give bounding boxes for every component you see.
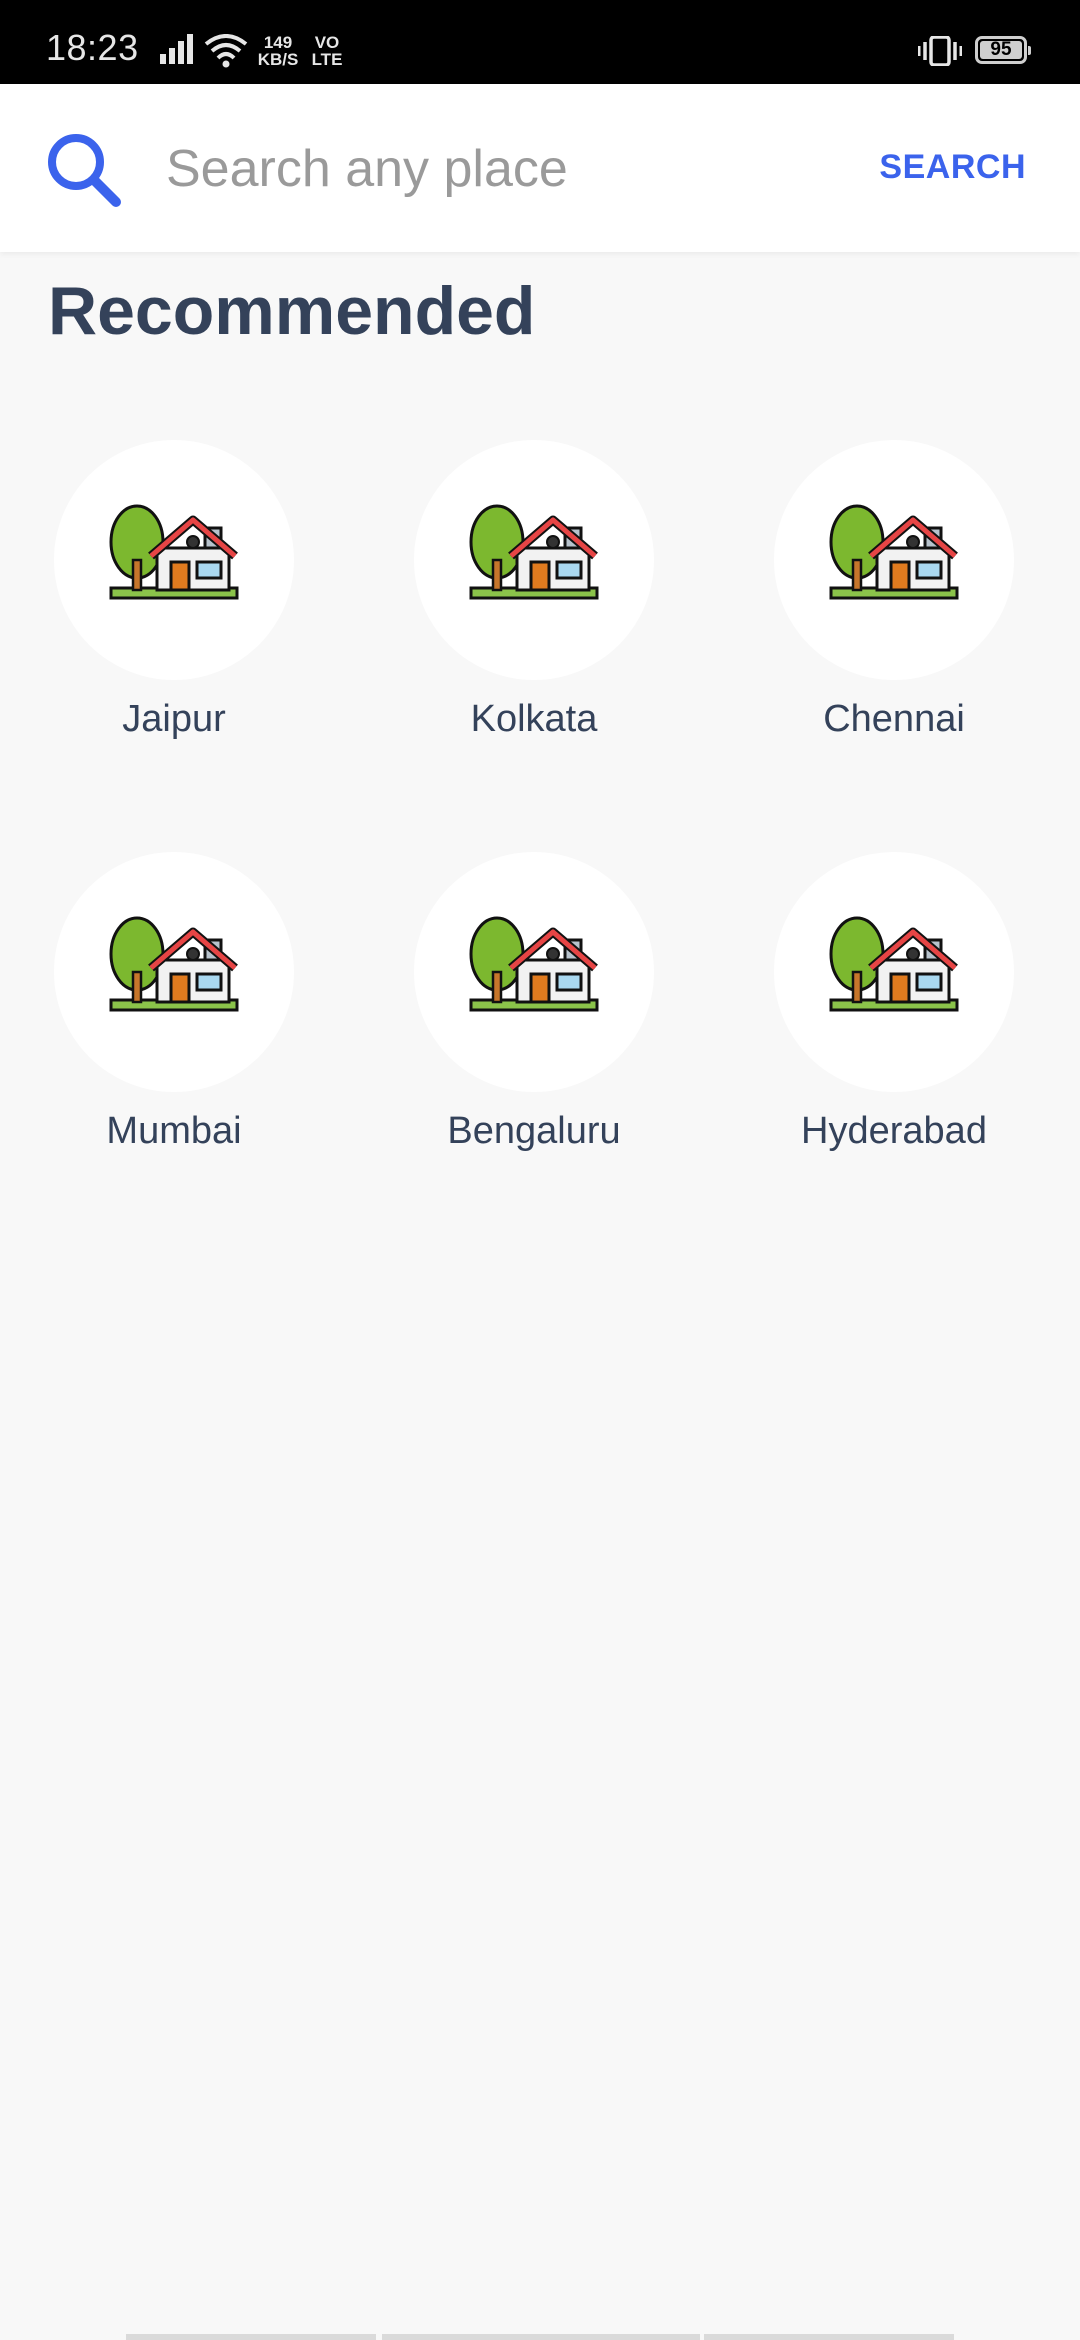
place-item-kolkata[interactable]: Kolkata [384,440,684,770]
house-icon [469,504,599,600]
house-icon [829,916,959,1012]
place-avatar [774,440,1014,680]
house-icon [469,916,599,1012]
network-speed: 149 KB/S [256,34,300,68]
section-title-recommended: Recommended [48,273,536,349]
place-label: Mumbai [106,1110,242,1152]
status-time: 18:23 [46,27,139,68]
battery-level: 95 [990,39,1012,60]
place-avatar [414,440,654,680]
place-label: Kolkata [470,698,598,740]
place-label: Jaipur [122,698,226,740]
place-item-jaipur[interactable]: Jaipur [24,440,324,770]
vibrate-icon [917,35,963,71]
house-icon [109,916,239,1012]
place-label: Hyderabad [801,1110,987,1152]
place-avatar [54,852,294,1092]
place-avatar [774,852,1014,1092]
search-input[interactable] [166,134,846,204]
volte-bottom: LTE [311,50,343,69]
place-label: Bengaluru [447,1110,621,1152]
network-speed-unit: KB/S [257,50,299,69]
volte-indicator: VO LTE [308,34,346,68]
bottom-indicator-right [704,2334,954,2340]
place-item-bengaluru[interactable]: Bengaluru [384,852,684,1182]
place-item-mumbai[interactable]: Mumbai [24,852,324,1182]
status-bar: 18:23 149 KB/S VO LTE 95 [0,0,1080,84]
bottom-indicator-left [126,2334,376,2340]
house-icon [109,504,239,600]
place-avatar [54,440,294,680]
place-label: Chennai [823,698,965,740]
place-item-chennai[interactable]: Chennai [744,440,1044,770]
place-avatar [414,852,654,1092]
bottom-indicator-center [382,2334,700,2340]
house-icon [829,504,959,600]
battery-icon: 95 [975,36,1031,64]
search-button[interactable]: SEARCH [879,148,1026,187]
search-bar: SEARCH [0,84,1080,252]
signal-icon [160,34,196,69]
place-item-hyderabad[interactable]: Hyderabad [744,852,1044,1182]
wifi-icon [204,34,248,73]
search-icon[interactable] [44,130,124,210]
